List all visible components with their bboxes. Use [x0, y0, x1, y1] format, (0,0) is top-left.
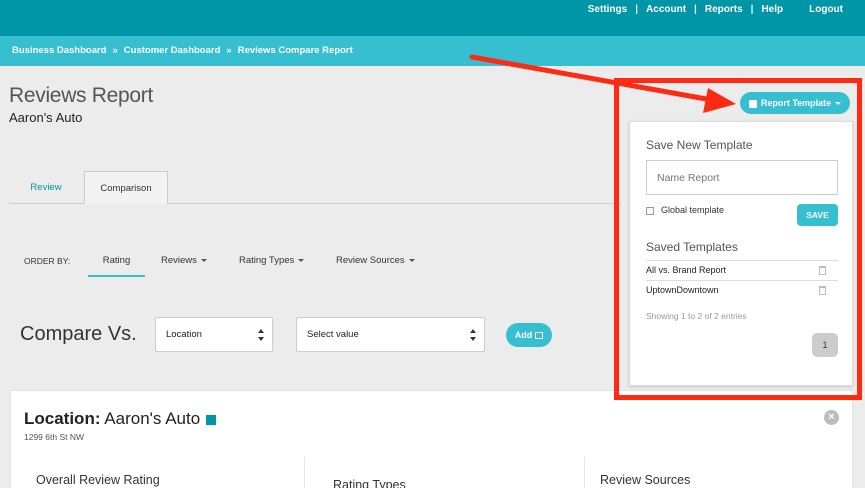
report-template-label: Report Template	[760, 98, 832, 108]
report-template-dropdown: Save New Template Global template SAVE S…	[629, 121, 853, 386]
breadcrumb-customer-dashboard[interactable]: Customer Dashboard	[124, 45, 221, 56]
sort-rating-types-label: Rating Types	[239, 255, 295, 266]
nav-help-link[interactable]: Help	[761, 4, 783, 15]
order-by-label: ORDER BY:	[24, 256, 71, 266]
saved-template-name: All vs. Brand Report	[646, 265, 727, 275]
sort-reviews-dropdown[interactable]: Reviews	[161, 244, 207, 277]
trash-icon[interactable]	[819, 286, 826, 295]
location-card: Location: Aaron's Auto 1299 6th St NW × …	[10, 390, 853, 488]
breadcrumb-separator: »	[112, 45, 118, 56]
breadcrumb-bar: Business Dashboard » Customer Dashboard …	[0, 36, 865, 66]
breadcrumb-reviews-compare-report[interactable]: Reviews Compare Report	[238, 45, 353, 56]
report-tabs: Review Comparison	[9, 171, 621, 204]
sort-rating[interactable]: Rating	[88, 244, 145, 277]
nav-separator: |	[694, 4, 697, 15]
value-select[interactable]: Select value	[296, 317, 485, 352]
page-subtitle: Aaron's Auto	[9, 110, 83, 125]
breadcrumb-business-dashboard[interactable]: Business Dashboard	[12, 45, 107, 56]
template-check-icon	[748, 99, 757, 108]
caret-down-icon	[408, 258, 415, 262]
name-report-input[interactable]	[646, 160, 838, 195]
compare-vs-label: Compare Vs.	[20, 323, 137, 345]
saved-template-name: UptownDowntown	[646, 285, 719, 295]
rating-types-heading: Rating Types	[333, 478, 406, 488]
add-button[interactable]: Add	[506, 323, 552, 347]
location-select[interactable]: Location	[155, 317, 273, 352]
saved-template-row[interactable]: UptownDowntown	[646, 280, 838, 300]
saved-templates-heading: Saved Templates	[646, 240, 738, 254]
location-heading: Location: Aaron's Auto	[24, 409, 217, 429]
tab-comparison[interactable]: Comparison	[84, 171, 168, 204]
sort-rating-types-dropdown[interactable]: Rating Types	[239, 244, 305, 277]
showing-entries-text: Showing 1 to 2 of 2 entries	[646, 311, 747, 321]
sort-review-sources-label: Review Sources	[336, 255, 405, 266]
location-address: 1299 6th St NW	[24, 432, 85, 442]
nav-separator: |	[635, 4, 639, 15]
logout-link[interactable]: Logout	[809, 4, 843, 15]
nav-settings-link[interactable]: Settings	[588, 4, 627, 15]
global-template-label: Global template	[661, 205, 725, 215]
select-arrows-icon	[258, 329, 264, 341]
save-button[interactable]: SAVE	[797, 204, 838, 226]
breadcrumb-separator: »	[226, 45, 232, 56]
global-template-checkbox[interactable]	[646, 207, 654, 215]
review-sources-heading: Review Sources	[600, 473, 691, 487]
overall-review-rating-heading: Overall Review Rating	[36, 473, 160, 487]
close-icon[interactable]: ×	[824, 410, 839, 425]
location-color-swatch	[206, 414, 217, 425]
trash-icon[interactable]	[819, 266, 826, 275]
pagination-page-button[interactable]: 1	[812, 333, 838, 357]
sort-review-sources-dropdown[interactable]: Review Sources	[336, 244, 415, 277]
top-nav: Settings | Account | Reports | Help Logo…	[588, 4, 843, 15]
save-new-template-heading: Save New Template	[646, 138, 753, 152]
nav-reports-link[interactable]: Reports	[705, 4, 743, 15]
saved-template-row[interactable]: All vs. Brand Report	[646, 260, 838, 280]
column-divider	[304, 457, 305, 488]
value-select-value: Select value	[307, 329, 359, 340]
nav-account-link[interactable]: Account	[646, 4, 686, 15]
sort-reviews-label: Reviews	[161, 255, 197, 266]
sort-rating-label: Rating	[102, 255, 131, 266]
location-name: Aaron's Auto	[104, 409, 201, 428]
column-divider	[584, 457, 585, 488]
add-button-label: Add	[514, 330, 533, 340]
report-template-button[interactable]: Report Template	[740, 92, 850, 114]
tab-review[interactable]: Review	[9, 171, 83, 204]
caret-down-icon	[200, 258, 207, 262]
breadcrumb: Business Dashboard » Customer Dashboard …	[12, 45, 353, 56]
select-arrows-icon	[470, 329, 476, 341]
top-bar: Settings | Account | Reports | Help Logo…	[0, 0, 865, 36]
page-title: Reviews Report	[9, 84, 154, 107]
caret-down-icon	[298, 258, 305, 262]
add-copy-icon	[535, 332, 544, 340]
nav-separator: |	[750, 4, 754, 15]
location-label: Location:	[24, 409, 101, 428]
caret-down-icon	[835, 102, 842, 106]
location-select-value: Location	[166, 329, 202, 340]
